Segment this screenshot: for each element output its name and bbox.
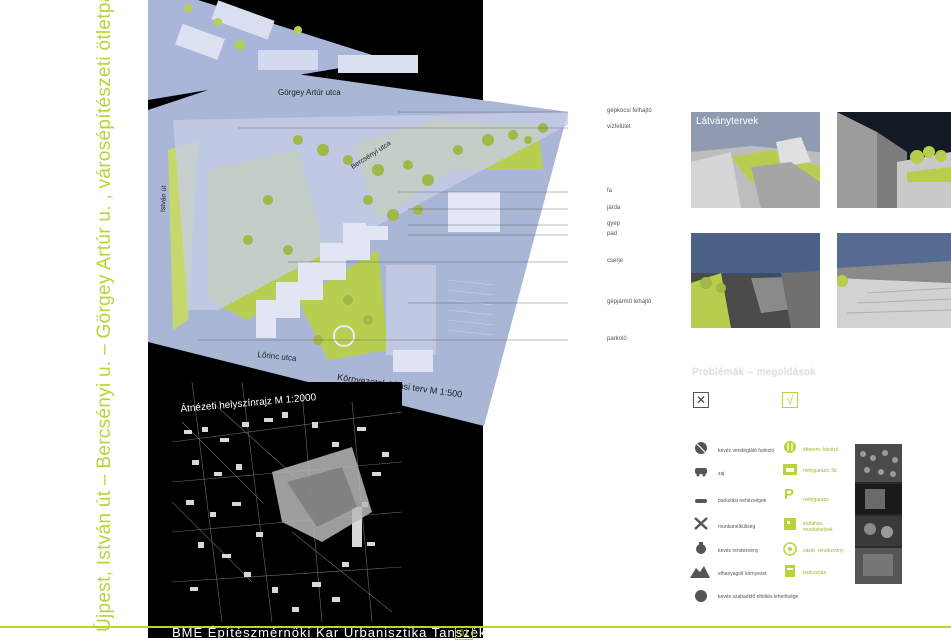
- parking-car-icon: [695, 499, 707, 503]
- solution-text: étterem, kávézó: [803, 447, 839, 453]
- office-icon: [784, 518, 796, 530]
- street-istvan: István út: [160, 185, 168, 213]
- problems-title: Problémák – megoldások: [692, 367, 816, 378]
- check-icon: √: [782, 392, 798, 408]
- solution-text: irodaház, munkahelyek: [803, 521, 833, 533]
- solution-text: vásár, rendezvény: [803, 548, 844, 554]
- page-number: 01: [455, 627, 473, 640]
- cross-icon: ✕: [693, 392, 709, 408]
- site-plan: [148, 0, 568, 426]
- legend-item: gépkocsi felhajtó: [607, 108, 652, 114]
- render-image-3: [691, 233, 820, 328]
- solution-text: mélygarázs, fül: [803, 468, 837, 474]
- legend-item: gépjármű lehajtó: [607, 299, 652, 305]
- problem-text: munkanélküliség: [718, 524, 756, 530]
- neglected-area-icon: [690, 566, 710, 578]
- legend-item: fa: [607, 188, 613, 194]
- photo-strip: [855, 444, 902, 584]
- problem-text: kevés vendéglátó funkció: [718, 448, 775, 454]
- render-image-2: [837, 112, 951, 208]
- money-bag-icon: [696, 542, 706, 554]
- legend-item: gyep: [607, 221, 621, 227]
- park-icon: [785, 565, 795, 577]
- legend-item: parkoló: [607, 336, 627, 342]
- car-noise-icon: [695, 468, 707, 477]
- legend-item: cserje: [607, 258, 624, 264]
- no-food-icon: [695, 442, 707, 454]
- head-icon: [695, 590, 707, 602]
- problem-text: kevés rendezvény: [718, 548, 759, 554]
- garage-icon: [783, 464, 797, 475]
- side-title: Újpest, István út – Bercsényi u. – Görge…: [94, 0, 115, 632]
- renders-title: Látványtervek: [696, 116, 759, 127]
- street-gorgey: Görgey Artúr utca: [278, 88, 341, 97]
- solution-text: parkosítás: [803, 570, 827, 576]
- problem-text: zaj: [718, 471, 725, 477]
- context-map: [172, 382, 402, 622]
- legend-item: pad: [607, 231, 618, 237]
- problem-text: kevés szabadidő eltöltés lehetősége: [718, 594, 799, 600]
- legend-item: vízfelület: [607, 124, 631, 130]
- restaurant-icon: [784, 441, 796, 453]
- parking-icon: P: [784, 486, 795, 503]
- render-image-4: [837, 233, 951, 328]
- tools-icon: [694, 517, 708, 530]
- event-icon: [783, 542, 797, 556]
- problem-text: parkolási nehézségek: [718, 498, 767, 504]
- problem-text: elhanyagolt környezet: [718, 571, 767, 577]
- legend-item: járda: [607, 205, 621, 211]
- solution-text: mélygarázs: [803, 497, 829, 503]
